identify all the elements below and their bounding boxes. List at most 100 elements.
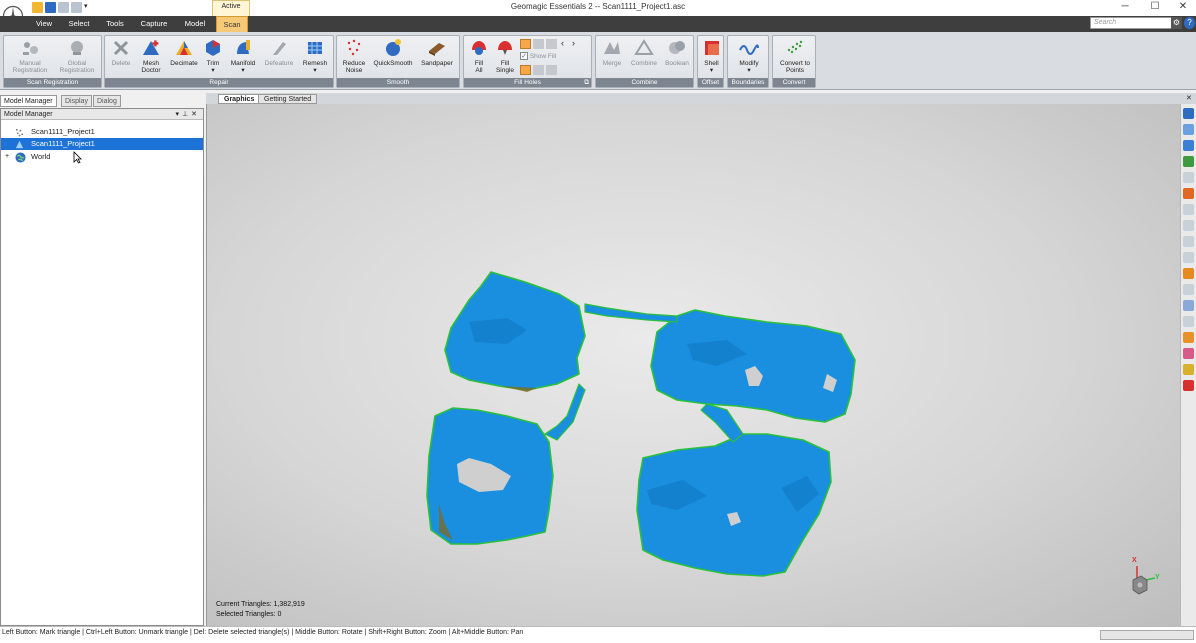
reduce-noise-button[interactable]: Reduce Noise [339,38,369,74]
view-tool-icon[interactable] [1183,188,1194,199]
view-tool-icon[interactable] [1183,236,1194,247]
model-manager-panel: Model Manager ▾⊥✕ Scan1111_Project1 Scan… [0,108,204,626]
view-tool-icon[interactable] [1183,124,1194,135]
axis-x-label: X [1132,557,1137,564]
tree-expander[interactable]: + [5,151,9,163]
graphics-viewport[interactable]: X Y Current Triangles: 1,382,919 Selecte… [206,104,1180,626]
group-offset: Shell ▾ Offset [697,35,724,88]
view-tool-icon[interactable] [1183,252,1194,263]
trim-icon [206,40,220,56]
settings-icon[interactable]: ⚙ [1171,17,1182,29]
panel-tabs: Model Manager Display Dialog [0,95,204,107]
prev-hole-icon[interactable]: ‹ [561,39,564,48]
maximize-button[interactable]: ☐ [1140,0,1170,16]
boolean-button[interactable]: Boolean [662,38,692,67]
defeature-button[interactable]: Defeature [262,38,296,67]
viewport-info: Current Triangles: 1,382,919 Selected Tr… [216,600,305,620]
fill-tangent-icon[interactable] [533,65,544,75]
fill-curvature-icon[interactable] [520,65,531,75]
view-tool-icon[interactable] [1183,108,1194,119]
sandpaper-button[interactable]: Sandpaper [417,38,457,67]
open-icon[interactable] [32,2,43,13]
pin-icon[interactable]: ⊥ [182,111,191,118]
tab-model-manager[interactable]: Model Manager [0,95,57,107]
panel-close-icon[interactable]: ✕ [1186,94,1192,102]
fill-complete-icon[interactable] [520,39,531,49]
view-tool-icon[interactable] [1183,204,1194,215]
show-fill-checkbox[interactable]: ✓ Show Fill [520,52,590,62]
tab-tools[interactable]: Tools [100,16,130,32]
tab-dialog[interactable]: Dialog [93,95,121,107]
group-label: Repair [105,78,333,87]
reduce-noise-icon [347,39,361,56]
context-tab-header: Active [212,0,250,16]
view-tool-icon[interactable] [1183,140,1194,151]
view-tool-icon[interactable] [1183,300,1194,311]
help-icon[interactable]: ? [1184,17,1195,29]
view-tool-icon[interactable] [1183,348,1194,359]
tab-select[interactable]: Select [64,16,94,32]
next-hole-icon[interactable]: › [572,39,575,48]
mesh-doctor-button[interactable]: Mesh Doctor [136,38,166,74]
tab-scan[interactable]: Scan [216,16,248,32]
tree-item-world[interactable]: + World [1,151,203,163]
quicksmooth-button[interactable]: QuickSmooth [371,38,415,67]
scan-mesh-model[interactable] [207,104,1180,626]
remesh-button[interactable]: Remesh ▾ [299,38,331,74]
view-tool-icon[interactable] [1183,268,1194,279]
save-icon[interactable] [45,2,56,13]
group-convert: Convert to Points Convert [772,35,816,88]
view-tool-icon[interactable] [1183,364,1194,375]
tree-item-mesh[interactable]: Scan1111_Project1 [1,138,203,150]
delete-button[interactable]: Delete [107,38,135,67]
view-tool-icon[interactable] [1183,284,1194,295]
shell-button[interactable]: Shell ▾ [699,38,724,74]
fill-bridge-icon[interactable] [546,39,557,49]
qat-dropdown-icon[interactable]: ▾ [84,2,90,13]
tab-display[interactable]: Display [61,95,92,107]
delete-icon [113,40,129,56]
global-registration-button[interactable]: Global Registration [54,38,100,74]
fill-flat-icon[interactable] [546,65,557,75]
view-tool-icon[interactable] [1183,220,1194,231]
ribbon-tab-row: View Select Tools Capture Model Scan [0,16,1196,32]
panel-close-icon[interactable]: ✕ [191,111,200,118]
tab-model[interactable]: Model [178,16,212,32]
trim-button[interactable]: Trim ▾ [202,38,224,74]
merge-button[interactable]: Merge [598,38,626,67]
combine-button[interactable]: Combine [628,38,660,67]
tab-view[interactable]: View [30,16,58,32]
window-title: Geomagic Essentials 2 -- Scan1111_Projec… [510,2,686,11]
mesh-icon [15,140,24,149]
convert-to-points-button[interactable]: Convert to Points [774,38,816,74]
view-tool-icon[interactable] [1183,380,1194,391]
view-tool-icon[interactable] [1183,172,1194,183]
minimize-button[interactable]: ─ [1110,0,1140,16]
tree-item-point-cloud[interactable]: Scan1111_Project1 [1,126,203,138]
view-tool-icon[interactable] [1183,156,1194,167]
current-triangles-label: Current Triangles: 1,382,919 [216,601,305,608]
search-input[interactable]: Search [1090,17,1180,29]
manifold-button[interactable]: Manifold ▾ [227,38,259,74]
remesh-icon [308,42,322,54]
view-tool-icon[interactable] [1183,316,1194,327]
tab-getting-started[interactable]: Getting Started [258,94,318,104]
view-tool-icon[interactable] [1183,332,1194,343]
redo-icon[interactable] [71,2,82,13]
modify-button[interactable]: Modify ▾ [730,38,768,74]
dialog-launcher-icon[interactable]: ⧉ [584,78,589,87]
ribbon: Manual Registration Global Registration … [0,32,1196,90]
tab-graphics[interactable]: Graphics [218,94,261,104]
mesh-part-upper-right [650,309,856,423]
remesh-dropdown-icon: ▾ [313,67,317,74]
tab-capture[interactable]: Capture [136,16,172,32]
status-bar: Left Button: Mark triangle | Ctrl+Left B… [0,626,1196,643]
fill-mode-options [520,65,560,75]
fill-all-button[interactable]: Fill All [466,38,492,74]
decimate-button[interactable]: Decimate [168,38,200,67]
undo-icon[interactable] [58,2,69,13]
fill-partial-icon[interactable] [533,39,544,49]
fill-single-button[interactable]: Fill Single [492,38,518,74]
close-button[interactable]: ✕ [1168,0,1196,16]
manual-registration-button[interactable]: Manual Registration [8,38,52,74]
